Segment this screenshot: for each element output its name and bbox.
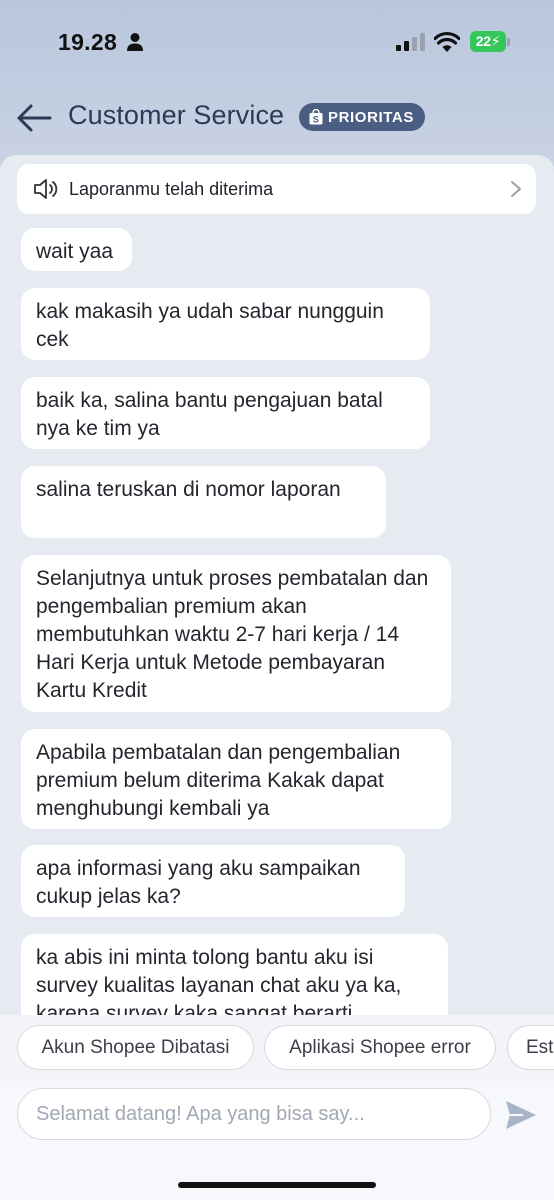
status-bar: 19.28 22⚡ [0,0,554,84]
chat-message: kak makasih ya udah sabar nungguin cek [21,288,430,360]
home-indicator [178,1182,376,1188]
battery-indicator: 22⚡ [470,31,506,52]
back-arrow-icon[interactable] [14,98,54,138]
chat-message: Apabila pembatalan dan pengembalian prem… [21,729,451,829]
chat-message: wait yaa [21,228,132,271]
speaker-icon [34,179,58,199]
wifi-icon [434,31,460,52]
quick-reply-chip[interactable]: Est [507,1025,554,1070]
svg-text:S: S [313,115,320,125]
quick-reply-chip[interactable]: Akun Shopee Dibatasi [17,1025,254,1070]
priority-badge: S PRIORITAS [299,103,425,131]
battery-tip [507,38,510,46]
battery-level: 22⚡ [475,33,501,49]
header: Customer Service S PRIORITAS [0,90,554,146]
priority-badge-label: PRIORITAS [328,108,414,126]
chat-message: baik ka, salina bantu pengajuan batal ny… [21,377,430,449]
quick-reply-chip[interactable]: Aplikasi Shopee error [264,1025,496,1070]
page-title: Customer Service [68,100,285,130]
shopping-bag-icon: S [309,109,323,125]
chevron-right-icon [511,181,521,197]
chat-message: apa informasi yang aku sampaikan cukup j… [21,845,405,917]
signal-icon [396,33,425,51]
chat-area[interactable]: Laporanmu telah diterima wait yaa kak ma… [0,155,554,1015]
status-time: 19.28 [58,29,118,55]
message-input[interactable] [17,1088,491,1140]
notice-text: Laporanmu telah diterima [69,178,274,199]
chat-message: ka abis ini minta tolong bantu aku isi s… [21,934,448,1015]
person-icon [127,33,143,51]
input-bar [0,1081,554,1200]
quick-reply-bar: Akun Shopee Dibatasi Aplikasi Shopee err… [0,1015,554,1081]
chat-message: salina teruskan di nomor laporan [21,466,386,538]
report-received-notice[interactable]: Laporanmu telah diterima [17,164,536,214]
send-icon[interactable] [505,1100,537,1130]
chat-message: Selanjutnya untuk proses pembatalan dan … [21,555,451,712]
